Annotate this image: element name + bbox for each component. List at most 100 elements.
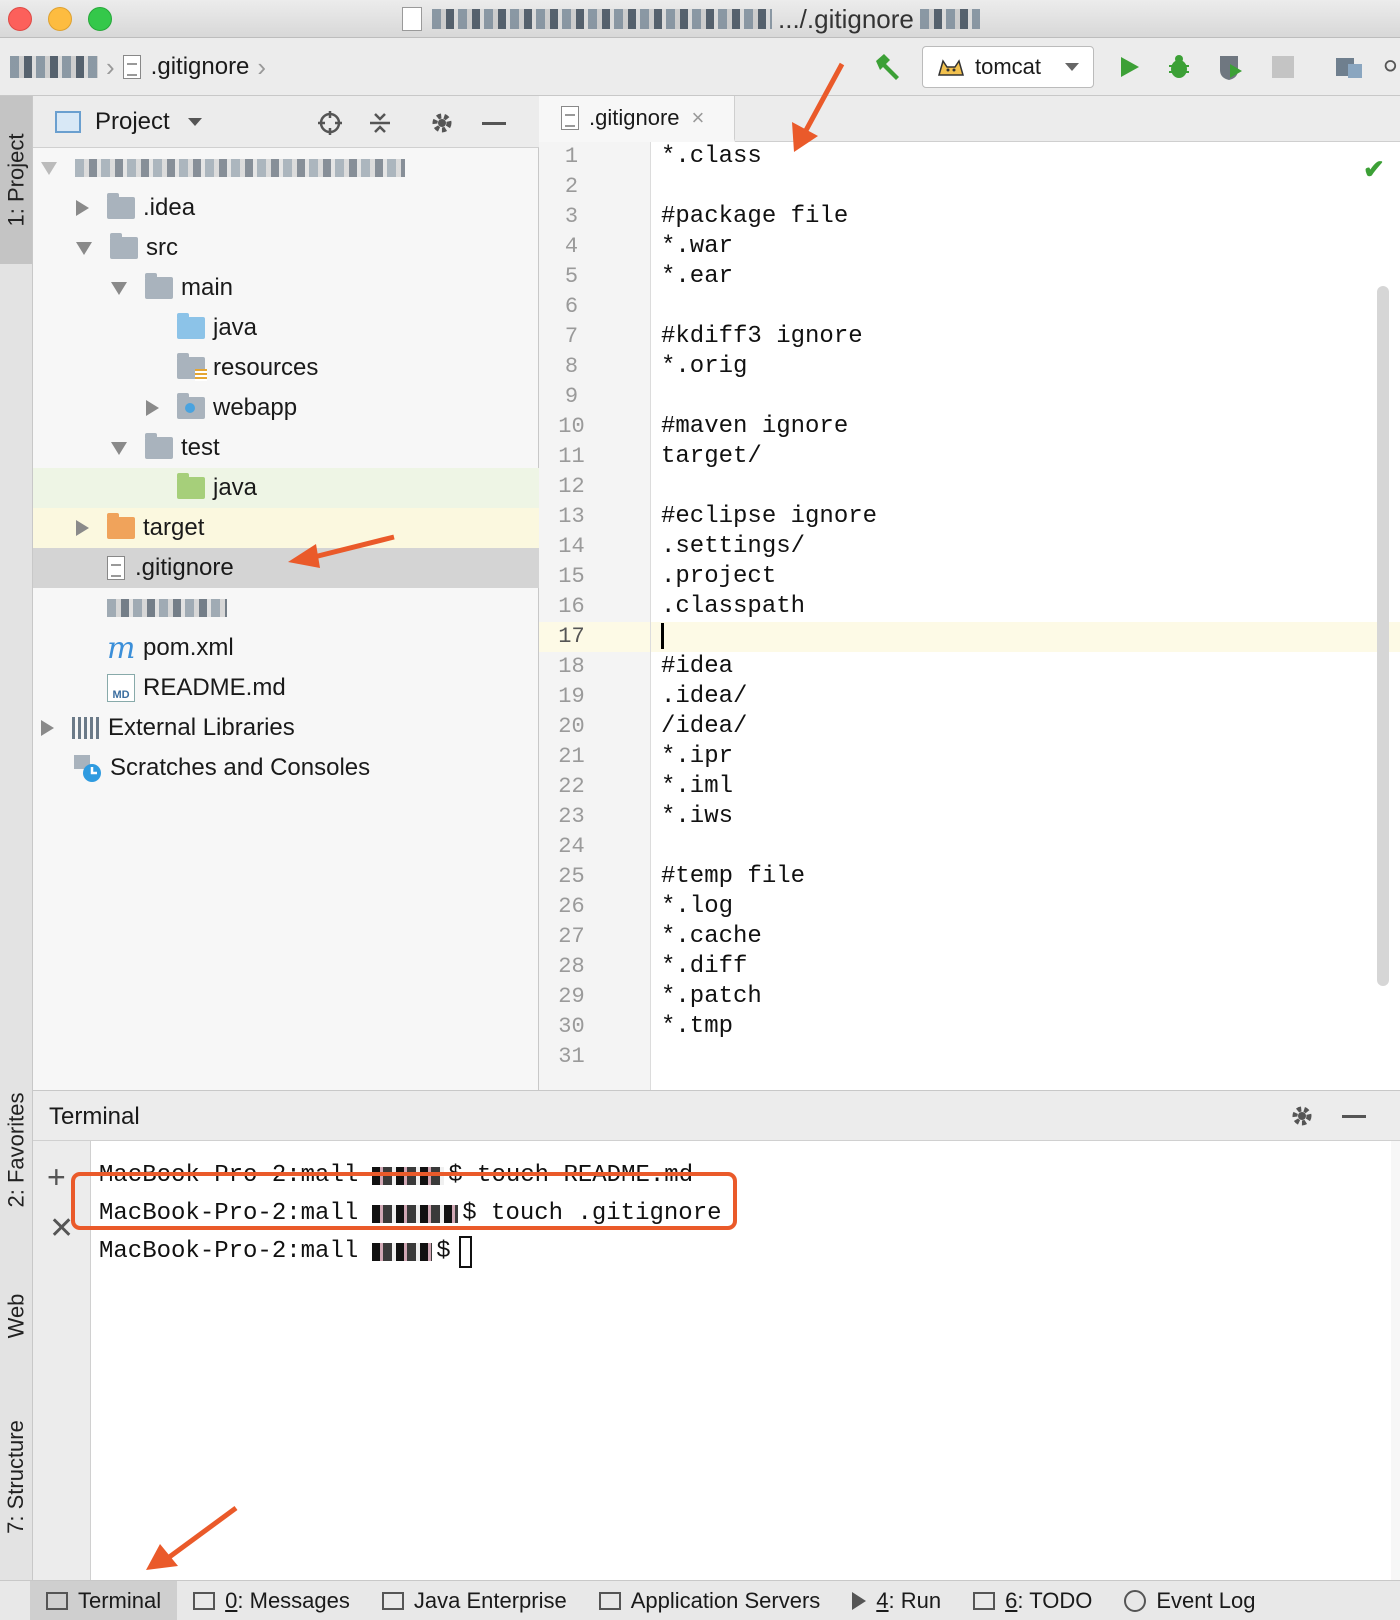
collapse-arrow-icon[interactable] bbox=[111, 441, 127, 455]
code-line[interactable]: #idea bbox=[651, 652, 1400, 682]
run-icon[interactable] bbox=[1114, 52, 1144, 82]
run-with-coverage-icon[interactable] bbox=[1216, 52, 1246, 82]
collapse-arrow-icon[interactable] bbox=[111, 281, 127, 295]
tool-tab-project[interactable]: 1: Project bbox=[0, 96, 32, 264]
java-enterprise-tab[interactable]: Java Enterprise bbox=[366, 1581, 583, 1620]
code-line[interactable]: *.log bbox=[651, 892, 1400, 922]
code-line-text: #maven ignore bbox=[661, 413, 849, 440]
tree-row[interactable]: java bbox=[33, 468, 539, 508]
code-line[interactable]: .settings/ bbox=[651, 532, 1400, 562]
tree-row[interactable] bbox=[33, 588, 539, 628]
code-line[interactable]: *.iml bbox=[651, 772, 1400, 802]
debug-bug-icon[interactable] bbox=[1164, 52, 1194, 82]
redacted-project-crumb[interactable] bbox=[10, 56, 98, 78]
plus-icon[interactable]: + bbox=[47, 1159, 66, 1196]
hide-panel-icon[interactable] bbox=[1339, 1101, 1369, 1131]
tree-row[interactable]: MD README.md bbox=[33, 668, 539, 708]
code-line[interactable]: #maven ignore bbox=[651, 412, 1400, 442]
expand-arrow-icon[interactable] bbox=[41, 161, 57, 175]
code-line[interactable]: *.war bbox=[651, 232, 1400, 262]
terminal-tab[interactable]: Terminal bbox=[30, 1580, 178, 1620]
code-line[interactable]: #temp file bbox=[651, 862, 1400, 892]
tool-tab-structure[interactable]: 7: Structure bbox=[0, 1402, 32, 1552]
tree-row[interactable]: main bbox=[33, 268, 539, 308]
application-servers-tab[interactable]: Application Servers bbox=[583, 1581, 837, 1620]
tree-row[interactable]: Scratches and Consoles bbox=[33, 748, 539, 788]
tree-row[interactable]: java bbox=[33, 308, 539, 348]
tool-tab-favorites[interactable]: 2: Favorites bbox=[0, 1050, 32, 1250]
code-line[interactable]: .idea/ bbox=[651, 682, 1400, 712]
project-panel-header: Project bbox=[33, 96, 539, 148]
line-number: 22 bbox=[558, 774, 585, 799]
build-hammer-icon[interactable] bbox=[872, 52, 902, 82]
code-line[interactable]: *.cache bbox=[651, 922, 1400, 952]
tree-row[interactable]: target bbox=[33, 508, 539, 548]
todo-tab[interactable]: 6: TODO bbox=[957, 1581, 1108, 1620]
messages-icon bbox=[193, 1591, 216, 1610]
code-line[interactable]: *.diff bbox=[651, 952, 1400, 982]
run-configuration-selector[interactable]: tomcat bbox=[922, 46, 1094, 88]
code-line[interactable] bbox=[651, 832, 1400, 862]
minimize-window-button[interactable] bbox=[48, 7, 72, 31]
run-tab[interactable]: 4: Run bbox=[836, 1581, 957, 1620]
project-structure-icon[interactable] bbox=[1334, 52, 1364, 82]
terminal-line: MacBook-Pro-2:mall $ bbox=[99, 1235, 472, 1269]
close-window-button[interactable] bbox=[8, 7, 32, 31]
gear-icon[interactable] bbox=[427, 108, 457, 138]
messages-tab[interactable]: 0: Messages bbox=[177, 1581, 366, 1620]
code-line[interactable]: *.orig bbox=[651, 352, 1400, 382]
gear-icon[interactable] bbox=[1287, 1101, 1317, 1131]
tree-row[interactable]: src bbox=[33, 228, 539, 268]
code-line[interactable]: *.ipr bbox=[651, 742, 1400, 772]
code-line[interactable]: .project bbox=[651, 562, 1400, 592]
hide-panel-icon[interactable] bbox=[479, 108, 509, 138]
mnemonic-key: 6 bbox=[1005, 1587, 1018, 1613]
code-line[interactable]: #package file bbox=[651, 202, 1400, 232]
code-line[interactable]: *.ear bbox=[651, 262, 1400, 292]
code-line[interactable]: /idea/ bbox=[651, 712, 1400, 742]
editor-tab-gitignore[interactable]: .gitignore × bbox=[539, 96, 735, 142]
code-line[interactable] bbox=[651, 472, 1400, 502]
tree-row[interactable]: webapp bbox=[33, 388, 539, 428]
chevron-down-icon bbox=[187, 118, 202, 126]
tree-row[interactable]: m pom.xml bbox=[33, 628, 539, 668]
expand-arrow-icon[interactable] bbox=[146, 400, 159, 416]
search-icon[interactable] bbox=[1382, 52, 1400, 82]
editor-scrollbar[interactable] bbox=[1377, 286, 1389, 986]
code-line[interactable] bbox=[651, 172, 1400, 202]
expand-arrow-icon[interactable] bbox=[76, 520, 89, 536]
collapse-arrow-icon[interactable] bbox=[76, 241, 92, 255]
code-line[interactable] bbox=[651, 622, 1400, 652]
collapse-all-icon[interactable] bbox=[365, 108, 395, 138]
expand-arrow-icon[interactable] bbox=[41, 720, 54, 736]
code-line[interactable]: *.iws bbox=[651, 802, 1400, 832]
code-line[interactable]: *.tmp bbox=[651, 1012, 1400, 1042]
tree-root-row[interactable] bbox=[33, 148, 539, 188]
project-window-icon bbox=[55, 111, 81, 133]
locate-crosshair-icon[interactable] bbox=[315, 108, 345, 138]
project-view-selector[interactable]: Project bbox=[55, 108, 202, 136]
tool-tab-web[interactable]: Web bbox=[0, 1266, 32, 1366]
code-line[interactable]: *.class bbox=[651, 142, 1400, 172]
tree-row[interactable]: .gitignore bbox=[33, 548, 539, 588]
code-line[interactable]: .classpath bbox=[651, 592, 1400, 622]
code-line[interactable] bbox=[651, 292, 1400, 322]
code-line[interactable]: *.patch bbox=[651, 982, 1400, 1012]
breadcrumb-file[interactable]: .gitignore bbox=[151, 53, 250, 81]
code-line[interactable]: #eclipse ignore bbox=[651, 502, 1400, 532]
close-icon[interactable]: × bbox=[692, 105, 705, 131]
expand-arrow-icon[interactable] bbox=[76, 200, 89, 216]
tree-row[interactable]: .idea bbox=[33, 188, 539, 228]
code-line-text: *.cache bbox=[661, 923, 762, 950]
code-line[interactable]: #kdiff3 ignore bbox=[651, 322, 1400, 352]
tree-row[interactable]: test bbox=[33, 428, 539, 468]
event-log-tab[interactable]: Event Log bbox=[1108, 1581, 1271, 1620]
stop-icon[interactable] bbox=[1268, 52, 1298, 82]
maximize-window-button[interactable] bbox=[88, 7, 112, 31]
code-line[interactable]: target/ bbox=[651, 442, 1400, 472]
tree-row[interactable]: resources bbox=[33, 348, 539, 388]
code-text-area[interactable]: *.class #package file *.war *.ear #kdiff3 ig… bbox=[651, 142, 1400, 1090]
code-line[interactable] bbox=[651, 382, 1400, 412]
code-line[interactable] bbox=[651, 1042, 1400, 1072]
tree-row[interactable]: External Libraries bbox=[33, 708, 539, 748]
